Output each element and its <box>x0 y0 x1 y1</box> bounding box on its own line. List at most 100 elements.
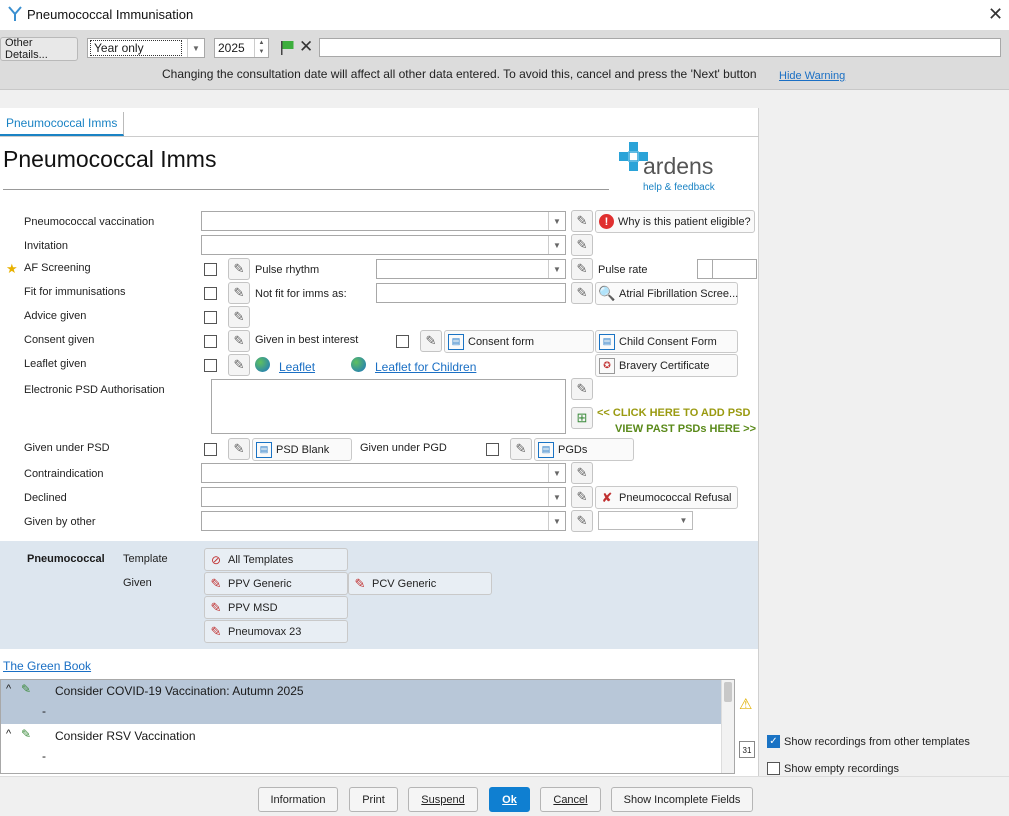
recordings-list[interactable]: ^ ✎ Consider COVID-19 Vaccination: Autum… <box>0 679 735 774</box>
chevron-down-icon[interactable]: ▼ <box>548 236 565 254</box>
date-mode-select[interactable]: Year only ▼ <box>87 38 205 58</box>
pulse-rate-input[interactable] <box>697 259 757 279</box>
add-psd-icon[interactable]: ⊞ <box>571 407 593 429</box>
chevron-down-icon[interactable]: ▼ <box>675 512 692 529</box>
pencil-icon[interactable]: ✎ <box>420 330 442 352</box>
chevron-down-icon[interactable]: ▼ <box>548 464 565 482</box>
stepper-arrows-icon[interactable]: ▲ ▼ <box>254 39 268 57</box>
print-button[interactable]: Print <box>349 787 398 812</box>
why-eligible-button[interactable]: ! Why is this patient eligible? <box>595 210 755 233</box>
given-other-date-select[interactable]: ▼ <box>598 511 693 530</box>
recordings-scrollbar[interactable] <box>721 680 734 773</box>
pencil-icon[interactable]: ✎ <box>228 438 250 460</box>
given-pgd-checkbox[interactable] <box>486 443 499 456</box>
pencil-icon[interactable]: ✎ <box>571 486 593 508</box>
pulse-rhythm-select[interactable]: ▼ <box>376 259 566 279</box>
not-fit-input[interactable] <box>376 283 566 303</box>
syringe-icon: ✎ <box>21 682 32 696</box>
cancel-button[interactable]: Cancel <box>540 787 601 812</box>
pneumovax-button[interactable]: ✎ Pneumovax 23 <box>204 620 348 643</box>
ardens-brand[interactable]: ardens <box>643 153 713 180</box>
af-screening-button[interactable]: 🔍 Atrial Fibrillation Scree... <box>595 282 738 305</box>
af-screening-checkbox[interactable] <box>204 263 217 276</box>
vaccine-template-panel <box>0 541 758 649</box>
fit-imms-checkbox[interactable] <box>204 287 217 300</box>
calendar-icon[interactable]: 31 <box>739 741 755 758</box>
pencil-icon[interactable]: ✎ <box>571 282 593 304</box>
show-other-checkbox[interactable]: ✓ <box>767 735 780 748</box>
consent-given-checkbox[interactable] <box>204 335 217 348</box>
chevron-down-icon[interactable]: ▼ <box>548 512 565 530</box>
chevron-down-icon[interactable]: ▼ <box>548 212 565 230</box>
green-book-link[interactable]: The Green Book <box>3 659 91 673</box>
show-empty-checkbox[interactable] <box>767 762 780 775</box>
year-stepper[interactable]: 2025 ▲ ▼ <box>214 38 269 58</box>
collapse-icon[interactable]: ^ <box>6 728 11 740</box>
leaflet-link[interactable]: Leaflet <box>279 360 315 374</box>
pencil-icon[interactable]: ✎ <box>228 330 250 352</box>
chevron-down-icon[interactable]: ▼ <box>548 488 565 506</box>
flag-icon[interactable] <box>279 40 295 56</box>
ppv-msd-button[interactable]: ✎ PPV MSD <box>204 596 348 619</box>
chevron-down-icon[interactable]: ▼ <box>187 39 204 57</box>
pencil-icon[interactable]: ✎ <box>571 462 593 484</box>
other-details-button[interactable]: Other Details... <box>0 37 78 61</box>
recording-value: - <box>42 749 46 763</box>
globe-icon <box>255 357 270 372</box>
pencil-icon[interactable]: ✎ <box>510 438 532 460</box>
invitation-select[interactable]: ▼ <box>201 235 566 255</box>
given-other-select[interactable]: ▼ <box>201 511 566 531</box>
syringe-icon: ✘ <box>601 489 613 505</box>
declined-label: Declined <box>24 492 67 504</box>
child-consent-button[interactable]: ▤ Child Consent Form <box>595 330 738 353</box>
pencil-icon[interactable]: ✎ <box>571 210 593 232</box>
given-psd-checkbox[interactable] <box>204 443 217 456</box>
list-item[interactable]: ^ ✎ Consider RSV Vaccination - <box>1 725 723 769</box>
pgds-button[interactable]: ▤ PGDs <box>534 438 634 461</box>
pencil-icon[interactable]: ✎ <box>228 258 250 280</box>
date-warning-text: Changing the consultation date will affe… <box>162 67 757 81</box>
leaflet-children-link[interactable]: Leaflet for Children <box>375 360 476 374</box>
ppv-generic-button[interactable]: ✎ PPV Generic <box>204 572 348 595</box>
advice-given-checkbox[interactable] <box>204 311 217 324</box>
list-item[interactable]: ^ ✎ Consider COVID-19 Vaccination: Autum… <box>1 680 723 724</box>
clear-date-icon[interactable]: ✕ <box>299 37 313 57</box>
chevron-down-icon[interactable]: ▼ <box>548 260 565 278</box>
collapse-icon[interactable]: ^ <box>6 683 11 695</box>
leaflet-given-checkbox[interactable] <box>204 359 217 372</box>
ppv-generic-label: PPV Generic <box>228 577 292 590</box>
contraindication-select[interactable]: ▼ <box>201 463 566 483</box>
suspend-button[interactable]: Suspend <box>408 787 478 812</box>
hide-warning-link[interactable]: Hide Warning <box>779 70 845 82</box>
best-interest-checkbox[interactable] <box>396 335 409 348</box>
pencil-icon[interactable]: ✎ <box>228 354 250 376</box>
pencil-icon[interactable]: ✎ <box>571 258 593 280</box>
bravery-certificate-button[interactable]: ✪ Bravery Certificate <box>595 354 738 377</box>
show-incomplete-button[interactable]: Show Incomplete Fields <box>611 787 753 812</box>
tab-pneumococcal-imms[interactable]: Pneumococcal Imms <box>0 112 125 136</box>
pneumo-refusal-button[interactable]: ✘ Pneumococcal Refusal <box>595 486 738 509</box>
declined-select[interactable]: ▼ <box>201 487 566 507</box>
pcv-generic-label: PCV Generic <box>372 577 437 590</box>
close-icon[interactable]: ✕ <box>988 4 1003 25</box>
warning-icon[interactable]: ⚠ <box>739 695 752 713</box>
date-comment-input[interactable] <box>319 38 1001 57</box>
view-psd-link[interactable]: VIEW PAST PSDs HERE >> <box>615 423 756 435</box>
ok-button[interactable]: Ok <box>489 787 530 812</box>
pencil-icon[interactable]: ✎ <box>228 282 250 304</box>
information-button[interactable]: Information <box>258 787 338 812</box>
psd-blank-button[interactable]: ▤ PSD Blank <box>252 438 352 461</box>
pencil-icon[interactable]: ✎ <box>228 306 250 328</box>
show-other-label: Show recordings from other templates <box>784 736 970 748</box>
pcv-generic-button[interactable]: ✎ PCV Generic <box>348 572 492 595</box>
pencil-icon[interactable]: ✎ <box>571 234 593 256</box>
consent-form-button[interactable]: ▤ Consent form <box>444 330 594 353</box>
pneumo-vacc-select[interactable]: ▼ <box>201 211 566 231</box>
eps-auth-textarea[interactable] <box>211 379 566 434</box>
add-psd-link[interactable]: << CLICK HERE TO ADD PSD <box>597 407 750 419</box>
af-screening-label: AF Screening <box>24 262 91 274</box>
help-feedback-link[interactable]: help & feedback <box>643 182 715 193</box>
pencil-icon[interactable]: ✎ <box>571 378 593 400</box>
all-templates-button[interactable]: ⊘ All Templates <box>204 548 348 571</box>
pencil-icon[interactable]: ✎ <box>571 510 593 532</box>
